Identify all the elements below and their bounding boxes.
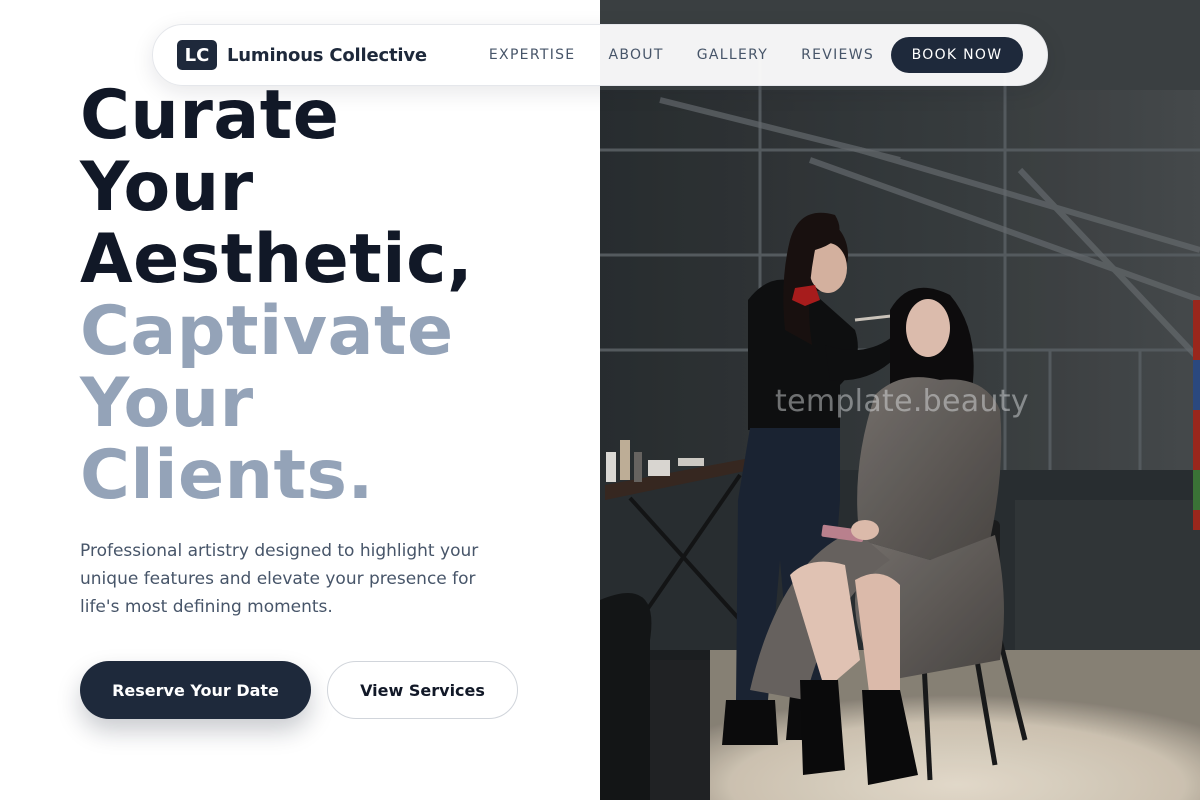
headline-line-2: Your — [80, 148, 254, 227]
headline-line-4: Captivate — [80, 292, 454, 371]
brand-name: Luminous Collective — [227, 44, 427, 66]
nav-link-reviews[interactable]: REVIEWS — [801, 47, 874, 63]
image-watermark: template.beauty — [775, 384, 1029, 419]
brand-logo[interactable]: LC Luminous Collective — [177, 40, 427, 70]
hero-subtitle: Professional artistry designed to highli… — [80, 541, 479, 617]
nav-link-gallery[interactable]: GALLERY — [697, 47, 768, 63]
nav-link-about[interactable]: ABOUT — [608, 47, 663, 63]
nav-links: EXPERTISE ABOUT GALLERY REVIEWS — [489, 47, 874, 63]
book-now-button[interactable]: BOOK NOW — [891, 37, 1023, 73]
hero-photo: template.beauty — [600, 0, 1200, 800]
logo-mark: LC — [177, 40, 217, 70]
headline-line-5: Your — [80, 364, 254, 443]
view-services-button[interactable]: View Services — [327, 661, 518, 719]
reserve-date-button[interactable]: Reserve Your Date — [80, 661, 311, 719]
nav-link-expertise[interactable]: EXPERTISE — [489, 47, 576, 63]
headline-line-1: Curate — [80, 76, 340, 155]
hero-headline: Curate Your Aesthetic, Captivate Your Cl… — [80, 80, 580, 512]
headline-line-3: Aesthetic, — [80, 220, 474, 299]
headline-line-6: Clients. — [80, 436, 374, 515]
